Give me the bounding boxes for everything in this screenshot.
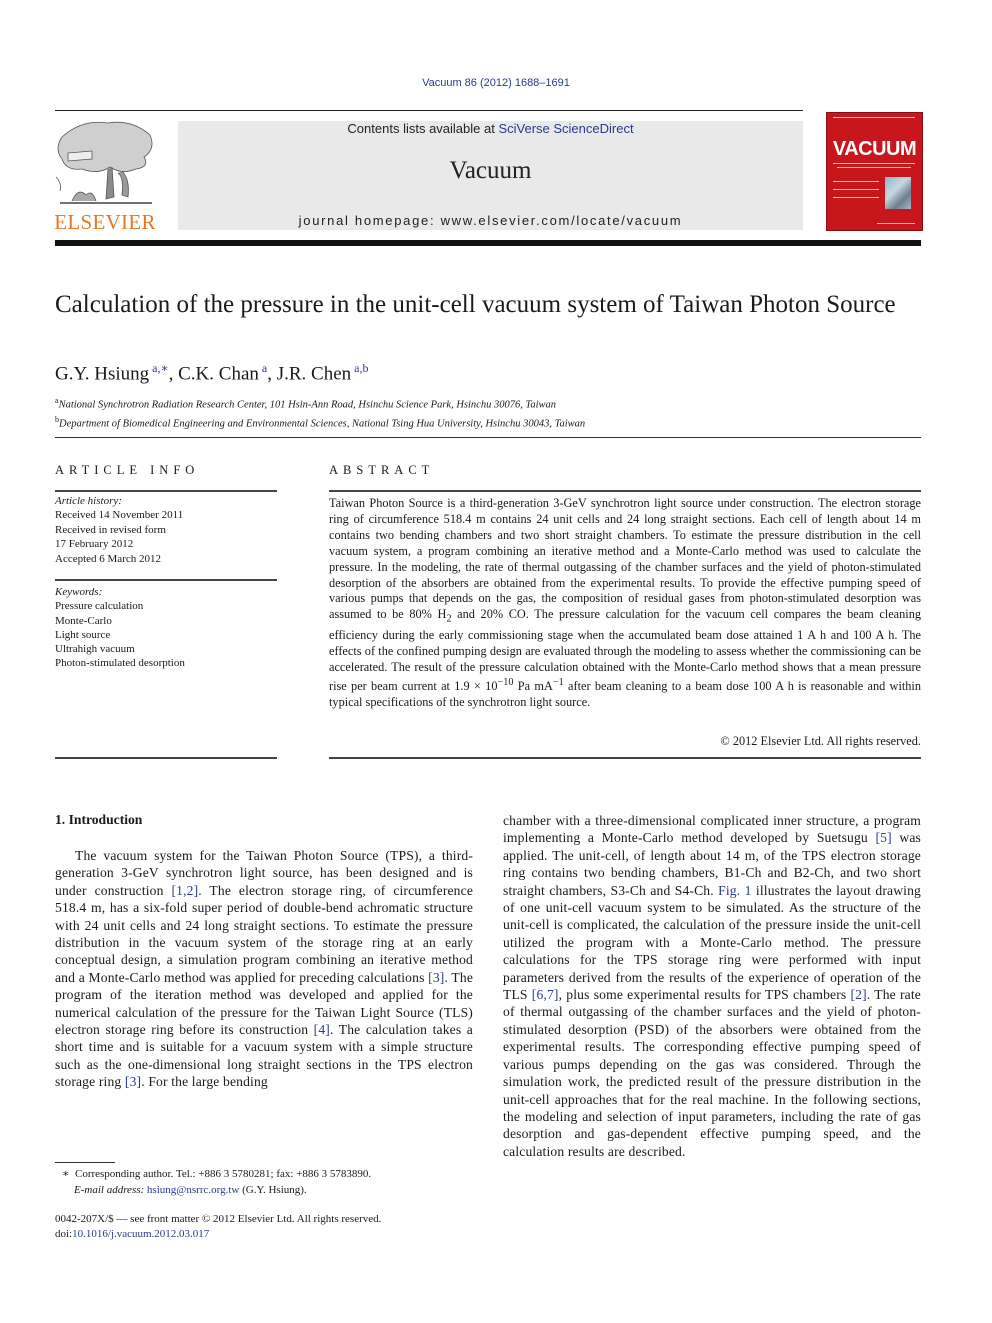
copyright-notice: © 2012 Elsevier Ltd. All rights reserved… [720,734,921,748]
abstract-heading: ABSTRACT [329,463,435,477]
cover-photo [885,177,911,209]
body-text: chamber with a three-dimensional complic… [503,813,921,846]
abstract-text: Taiwan Photon Source is a third-generati… [329,496,921,711]
corresponding-author-footnote: ∗ Corresponding author. Tel.: +886 3 578… [62,1166,371,1198]
cover-decoration [837,167,911,168]
cover-decoration [833,181,879,182]
author-affiliation-mark[interactable]: a,∗ [152,361,168,375]
elsevier-tree-icon [55,121,153,204]
footnote-star: ∗ [62,1168,70,1180]
divider [329,490,921,492]
abstract-segment: Taiwan Photon Source is a third-generati… [329,496,921,622]
reference-link[interactable]: Fig. 1 [718,883,751,898]
divider [55,437,921,438]
reference-link[interactable]: [4] [314,1022,330,1037]
cover-decoration [833,117,915,118]
elsevier-logo[interactable]: ELSEVIER [52,117,158,235]
section-heading-introduction: 1. Introduction [55,812,143,827]
keyword: Light source [55,628,111,641]
author-list: G.Y. Hsiung a,∗, C.K. Chan a, J.R. Chen … [55,361,369,385]
journal-homepage[interactable]: journal homepage: www.elsevier.com/locat… [178,213,803,228]
cover-decoration [877,223,915,224]
reference-link[interactable]: [3] [428,970,444,985]
history-label: Article history: [55,495,122,507]
doi-prefix: doi: [55,1228,73,1240]
email-label: E-mail address: [74,1184,145,1196]
journal-cover-image[interactable]: VACUUM [826,112,923,231]
body-text: . The electron storage ring, of circumfe… [55,882,473,985]
author-name[interactable]: C.K. Chan [178,363,259,384]
affiliation-a: aNational Synchrotron Radiation Research… [55,394,585,413]
affiliation-text: National Synchrotron Radiation Research … [58,399,556,411]
body-column-left: The vacuum system for the Taiwan Photon … [55,847,473,1091]
keyword: Ultrahigh vacuum [55,643,135,656]
reference-link[interactable]: [3] [125,1074,141,1089]
reference-link[interactable]: [1,2] [171,883,198,898]
reference-link[interactable]: [2] [850,987,866,1002]
journal-masthead: Contents lists available at SciVerse Sci… [178,121,803,230]
author-name[interactable]: G.Y. Hsiung [55,363,149,384]
contents-line: Contents lists available at SciVerse Sci… [178,121,803,136]
reference-link[interactable]: [5] [875,830,891,845]
history-item: 17 February 2012 [55,538,134,551]
abstract-segment: Pa mA [513,679,553,694]
history-item: Received in revised form [55,523,166,536]
journal-citation-link[interactable]: Vacuum 86 (2012) 1688–1691 [0,77,992,89]
author-affiliation-mark[interactable]: a [262,361,267,375]
header-rule [55,110,803,111]
superscript: −10 [497,677,514,689]
divider [55,579,277,581]
divider [55,757,277,759]
email-link[interactable]: hsiung@nsrrc.org.tw [147,1184,239,1196]
affiliation-b: bDepartment of Biomedical Engineering an… [55,413,585,432]
author-name[interactable]: J.R. Chen [277,363,351,384]
front-matter-text: 0042-207X/$ — see front matter © 2012 El… [55,1213,382,1225]
corresponding-author-text: Corresponding author. Tel.: +886 3 57802… [74,1168,372,1180]
email-suffix: (G.Y. Hsiung). [239,1184,307,1196]
body-text: . For the large bending [141,1074,268,1090]
history-item: Received 14 November 2011 [55,509,184,522]
sciencedirect-link[interactable]: SciVerse ScienceDirect [498,121,633,136]
cover-decoration [833,197,879,198]
cover-decoration [833,189,879,190]
article-history: Article history: Received 14 November 20… [55,494,277,566]
keyword: Pressure calculation [55,600,144,613]
divider [329,757,921,759]
keyword: Monte-Carlo [55,614,112,627]
author-affiliation-mark[interactable]: a,b [354,361,368,375]
cover-decoration [833,163,915,164]
history-item: Accepted 6 March 2012 [55,552,161,565]
contents-prefix: Contents lists available at [347,121,499,136]
body-text: . The rate of thermal outgassing of the … [503,987,921,1159]
doi-link[interactable]: 10.1016/j.vacuum.2012.03.017 [72,1228,209,1240]
keywords: Keywords: Pressure calculation Monte-Car… [55,585,277,671]
body-column-right: chamber with a three-dimensional complic… [503,812,921,1160]
header-thick-rule [55,240,921,246]
affiliation-text: Department of Biomedical Engineering and… [59,418,586,430]
cover-title: VACUUM [832,138,917,160]
publisher-logo-text: ELSEVIER [54,210,156,234]
keyword: Photon-stimulated desorption [55,657,185,670]
article-info-heading: ARTICLE INFO [55,463,200,477]
divider [55,490,277,492]
affiliations: aNational Synchrotron Radiation Research… [55,394,585,432]
footnote-rule [55,1162,115,1163]
body-text: illustrates the layout drawing of one un… [503,882,922,1003]
superscript: −1 [552,677,564,689]
article-title: Calculation of the pressure in the unit-… [55,291,896,318]
keywords-label: Keywords: [55,586,103,598]
body-text: , plus some experimental results for TPS… [558,987,851,1003]
front-matter: 0042-207X/$ — see front matter © 2012 El… [55,1212,381,1242]
reference-link[interactable]: [6,7] [532,987,559,1002]
journal-name: Vacuum [449,157,532,184]
